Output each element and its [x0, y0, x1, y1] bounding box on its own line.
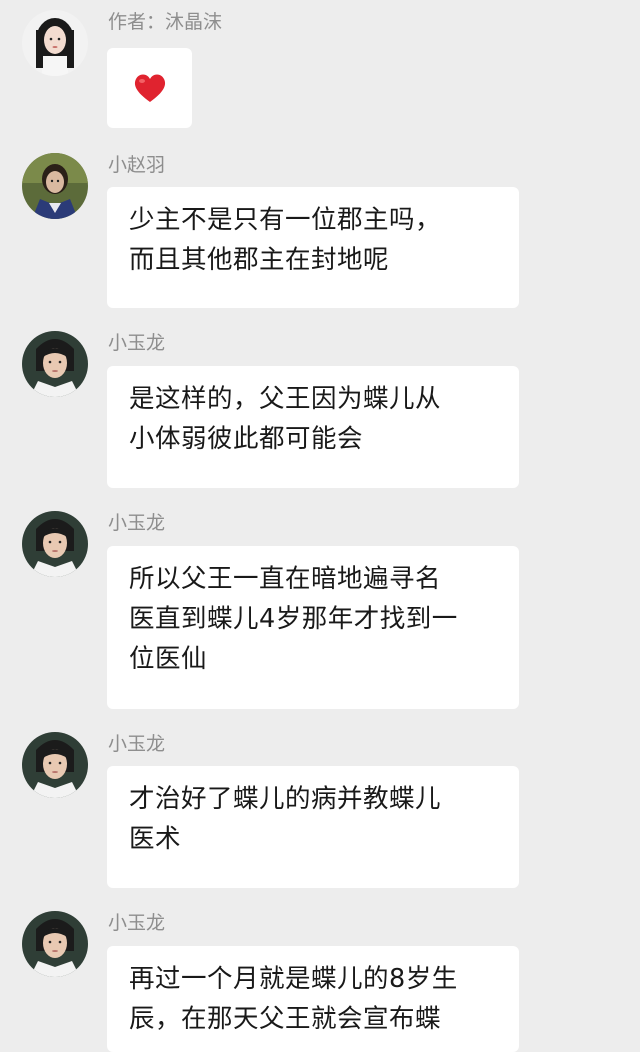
sender-name: 作者：沐晶沫 [108, 11, 223, 33]
sender-name: 小玉龙 [108, 912, 166, 934]
sender-name: 小赵羽 [108, 154, 166, 176]
sender-name: 小玉龙 [108, 733, 166, 755]
message-text: 所以父王一直在暗地遍寻名 医直到蝶儿4岁那年才找到一 位医仙 [129, 564, 458, 674]
message-text: 少主不是只有一位郡主吗， 而且其他郡主在封地呢 [129, 205, 442, 275]
heart-emoji-icon [134, 74, 165, 102]
message-bubble[interactable]: 才治好了蝶儿的病并教蝶儿 医术 [107, 766, 519, 888]
message-text: 再过一个月就是蝶儿的8岁生 辰，在那天父王就会宣布蝶 [129, 964, 458, 1034]
message-bubble[interactable]: 再过一个月就是蝶儿的8岁生 辰，在那天父王就会宣布蝶 [107, 946, 519, 1052]
message-text: 才治好了蝶儿的病并教蝶儿 医术 [129, 784, 442, 854]
message-bubble[interactable]: 是这样的，父王因为蝶儿从 小体弱彼此都可能会 [107, 366, 519, 488]
male-portrait-avatar[interactable] [22, 331, 88, 397]
sender-name: 小玉龙 [108, 332, 166, 354]
male-costume-avatar[interactable] [22, 153, 88, 219]
message-bubble[interactable]: 少主不是只有一位郡主吗， 而且其他郡主在封地呢 [107, 187, 519, 308]
message-bubble[interactable]: 所以父王一直在暗地遍寻名 医直到蝶儿4岁那年才找到一 位医仙 [107, 546, 519, 709]
message-text: 是这样的，父王因为蝶儿从 小体弱彼此都可能会 [129, 384, 442, 454]
female-portrait-avatar[interactable] [22, 10, 88, 76]
male-portrait-avatar[interactable] [22, 732, 88, 798]
male-portrait-avatar[interactable] [22, 511, 88, 577]
message-bubble[interactable] [107, 48, 192, 128]
male-portrait-avatar[interactable] [22, 911, 88, 977]
sender-name: 小玉龙 [108, 512, 166, 534]
